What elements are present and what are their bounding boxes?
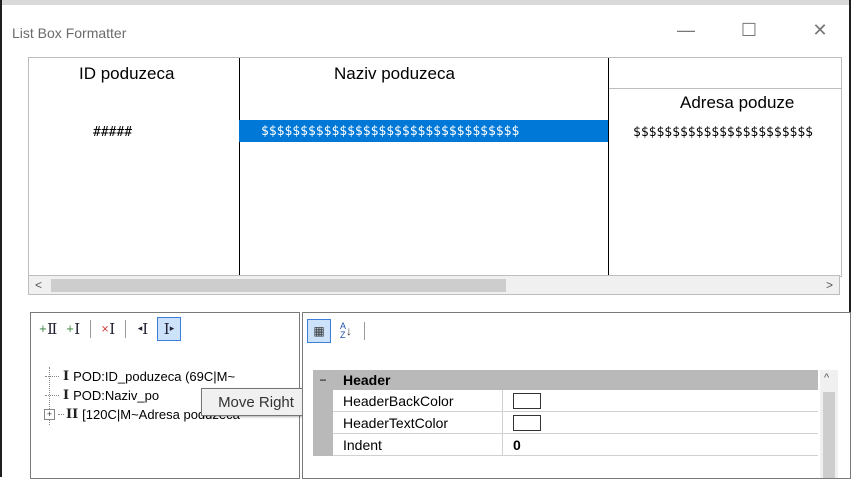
property-row[interactable]: HeaderBackColor <box>313 390 818 412</box>
column-header-adresa[interactable]: Adresa poduze <box>680 93 794 113</box>
property-toolbar: ▦ A Z ↓ <box>307 319 368 343</box>
column-divider <box>239 58 240 276</box>
column-divider <box>608 58 609 276</box>
insert-icon[interactable]: + Ⅱ <box>37 318 59 340</box>
scroll-up-icon[interactable]: ^ <box>824 372 829 384</box>
category-header[interactable]: − Header <box>313 370 818 390</box>
column-value-adresa[interactable]: $$$$$$$$$$$$$$$$$$$$$$$ <box>633 125 813 140</box>
group-header-divider <box>609 88 841 89</box>
color-swatch <box>513 392 541 409</box>
column-icon: I <box>63 368 70 384</box>
row-gutter <box>313 412 333 434</box>
sort-alphabetical-icon[interactable]: A Z ↓ <box>335 320 357 342</box>
tree-connector <box>45 394 59 396</box>
tree-item[interactable]: I POD:ID_poduzeca (69C|M~ <box>45 367 235 385</box>
category-label: Header <box>343 372 391 388</box>
selected-cell[interactable]: $$$$$$$$$$$$$$$$$$$$$$$$$$$$$$$$$ <box>239 120 608 142</box>
append-icon[interactable]: + I <box>62 318 84 340</box>
column-value-naziv: $$$$$$$$$$$$$$$$$$$$$$$$$$$$$$$$$ <box>261 124 520 139</box>
group-column-icon: II <box>66 406 79 422</box>
minimize-button[interactable]: — <box>663 13 709 47</box>
move-right-icon[interactable]: I ▸ <box>157 317 181 341</box>
toolbar-separator <box>125 320 126 338</box>
property-name: HeaderTextColor <box>333 412 503 434</box>
property-value[interactable] <box>503 412 818 434</box>
maximize-button[interactable]: ☐ <box>726 13 772 47</box>
toolbar-separator <box>364 322 365 340</box>
column-header-id[interactable]: ID poduzeca <box>79 64 174 84</box>
window-title: List Box Formatter <box>12 25 127 41</box>
column-header-naziv[interactable]: Naziv poduzeca <box>334 64 455 84</box>
tree-connector <box>45 375 59 377</box>
tooltip: Move Right <box>201 388 311 416</box>
tree-item[interactable]: I POD:Naziv_po <box>45 386 159 404</box>
property-row[interactable]: HeaderTextColor <box>313 412 818 434</box>
row-gutter <box>313 434 333 456</box>
property-name: HeaderBackColor <box>333 390 503 412</box>
title-bar[interactable]: List Box Formatter — ☐ ✕ <box>2 5 849 51</box>
close-button[interactable]: ✕ <box>797 13 843 47</box>
property-grid-pane: ▦ A Z ↓ − Header HeaderBackColor HeaderTex… <box>302 312 851 479</box>
collapse-icon[interactable]: − <box>313 373 333 387</box>
categorized-icon[interactable]: ▦ <box>307 319 331 343</box>
scroll-thumb[interactable] <box>51 279 506 292</box>
row-gutter <box>313 390 333 412</box>
tree-connector <box>58 413 64 415</box>
toolbar-separator <box>90 320 91 338</box>
horizontal-scrollbar[interactable]: < > <box>28 275 840 295</box>
property-name: Indent <box>333 434 503 456</box>
scroll-thumb[interactable] <box>823 392 835 478</box>
vertical-scrollbar[interactable]: ^ <box>820 370 838 478</box>
scroll-right-icon[interactable]: > <box>826 278 833 292</box>
expand-icon[interactable]: + <box>44 408 55 420</box>
tree-item-label: POD:ID_poduzeca (69C|M~ <box>73 368 236 384</box>
property-value[interactable] <box>503 390 818 412</box>
column-icon: I <box>63 387 70 403</box>
tree-toolbar: + Ⅱ + I × I ◂ I I ▸ <box>31 313 181 345</box>
column-value-id[interactable]: ##### <box>93 125 132 140</box>
scroll-left-icon[interactable]: < <box>35 278 42 292</box>
tree-item-label: POD:Naziv_po <box>73 387 160 403</box>
listbox-preview[interactable]: ID poduzeca ##### Naziv poduzeca $$$$$$$… <box>28 57 842 277</box>
color-swatch <box>513 414 541 431</box>
delete-icon[interactable]: × I <box>97 318 119 340</box>
move-left-icon[interactable]: ◂ I <box>132 318 154 340</box>
property-row[interactable]: Indent 0 <box>313 434 818 456</box>
property-value[interactable]: 0 <box>503 434 818 456</box>
